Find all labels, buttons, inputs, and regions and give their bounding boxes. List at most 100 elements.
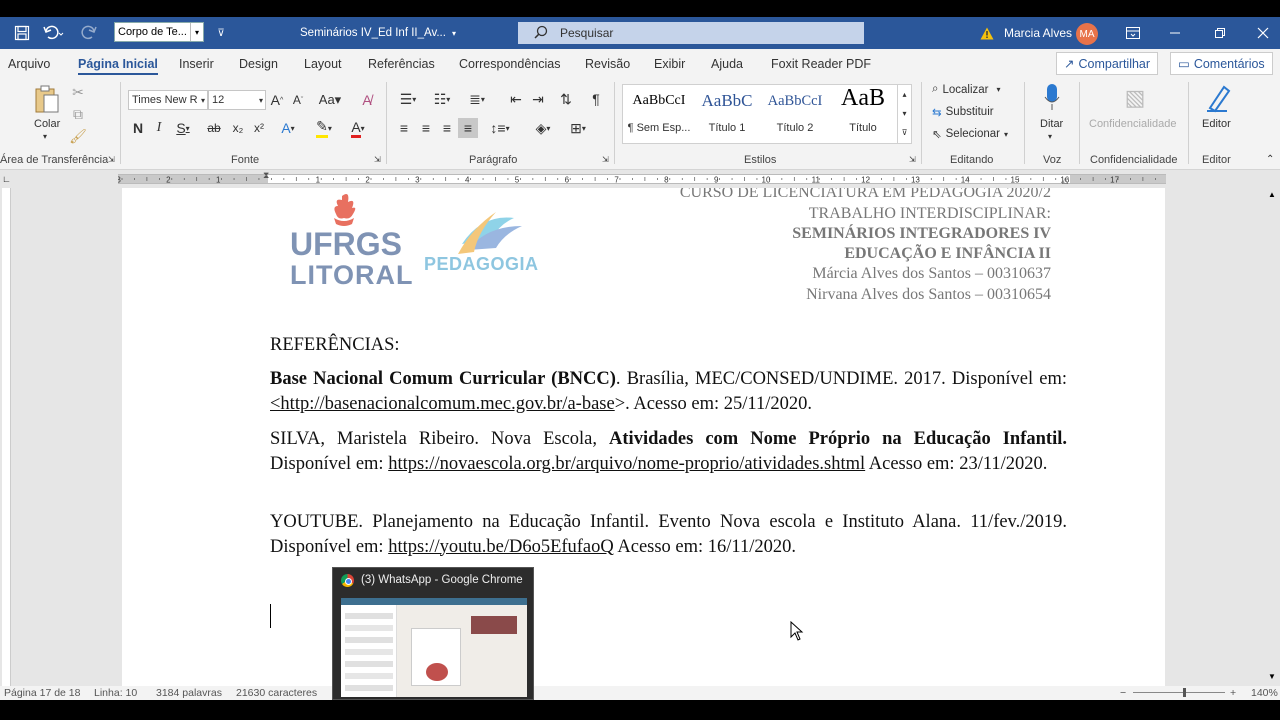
minimize-icon[interactable] <box>1160 17 1190 49</box>
warning-icon[interactable] <box>978 17 996 49</box>
align-left-icon[interactable]: ≡ <box>395 120 413 136</box>
justify-icon[interactable]: ≡ <box>458 118 478 138</box>
sort-icon[interactable]: ⇅ <box>557 91 575 107</box>
tab-selector-icon[interactable]: ∟ <box>2 174 11 184</box>
change-case-icon[interactable]: Aa▾ <box>317 92 343 108</box>
tab-foxit-reader-pdf[interactable]: Foxit Reader PDF <box>771 49 871 78</box>
gallery-scroll[interactable]: ▴ ▾ ⊽ <box>897 85 911 143</box>
share-button[interactable]: ↗ Compartilhar <box>1056 52 1159 75</box>
editor-icon[interactable] <box>1204 82 1232 114</box>
customize-toolbar-icon[interactable]: ⊽ <box>212 17 230 49</box>
thumbnail-preview[interactable] <box>341 598 527 697</box>
vertical-ruler[interactable] <box>2 188 11 686</box>
tab-revisao[interactable]: Revisão <box>585 49 630 78</box>
tab-layout[interactable]: Layout <box>304 49 342 78</box>
document-title[interactable]: Seminários IV_Ed Inf II_Av... ▾ <box>300 17 456 49</box>
tab-correspondencias[interactable]: Correspondências <box>459 49 560 78</box>
horizontal-ruler[interactable]: 3 2 1 1 2 3 4 5 6 7 8 9 10 11 12 13 14 15 16 17 ⧗ △ <box>118 170 1166 185</box>
redo-icon[interactable] <box>76 17 106 49</box>
cut-icon[interactable]: ✂ <box>70 84 86 100</box>
bullets-icon[interactable]: ☰ ▾ <box>395 91 421 107</box>
superscript-icon[interactable]: x² <box>250 120 268 136</box>
zoom-in-icon[interactable]: + <box>1230 687 1236 699</box>
zoom-slider-thumb[interactable] <box>1183 688 1186 697</box>
highlight-icon[interactable]: ✎ ▾ <box>311 118 337 138</box>
tab-ajuda[interactable]: Ajuda <box>711 49 743 78</box>
microphone-icon[interactable] <box>1040 82 1064 114</box>
line-spacing-icon[interactable]: ↕≡ ▾ <box>486 120 514 136</box>
paste-button[interactable]: Colar <box>34 118 60 130</box>
chevron-down-icon[interactable]: ▾ <box>1048 132 1052 141</box>
indent-marker-icon[interactable]: ⧗ <box>263 170 269 181</box>
reference-3-link[interactable]: https://youtu.be/D6o5EfufaoQ <box>388 537 614 557</box>
tab-design[interactable]: Design <box>239 49 278 78</box>
select-button[interactable]: ⇖ Selecionar ▾ <box>932 127 1008 141</box>
font-color-icon[interactable]: A ▾ <box>345 119 371 138</box>
dialog-launcher-icon[interactable]: ⇲ <box>602 155 609 164</box>
status-words[interactable]: 3184 palavras <box>156 687 222 699</box>
dialog-launcher-icon[interactable]: ⇲ <box>909 155 916 164</box>
find-button[interactable]: ⌕ Localizar ▾ <box>932 83 1001 96</box>
ribbon-display-options-icon[interactable] <box>1120 17 1146 49</box>
chevron-down-icon[interactable]: ▾ <box>43 132 47 141</box>
italic-icon[interactable]: I <box>152 120 166 136</box>
user-name[interactable]: Marcia Alves <box>1004 17 1072 49</box>
confidentiality-button[interactable]: Confidencialidade <box>1089 118 1176 130</box>
undo-icon[interactable] <box>38 17 68 49</box>
style-titulo[interactable]: AaB Título <box>829 85 897 143</box>
zoom-slider[interactable] <box>1133 688 1225 697</box>
format-painter-icon[interactable]: 🖌 <box>69 128 87 144</box>
copy-icon[interactable]: ⧉ <box>70 106 86 122</box>
collapse-ribbon-icon[interactable]: ⌃ <box>1266 154 1274 165</box>
vertical-scrollbar[interactable]: ▲ ▼ <box>1265 188 1280 686</box>
save-icon[interactable] <box>10 17 34 49</box>
tab-pagina-inicial[interactable]: Página Inicial <box>78 49 158 78</box>
tab-referencias[interactable]: Referências <box>368 49 435 78</box>
dialog-launcher-icon[interactable]: ⇲ <box>108 155 115 164</box>
paste-icon[interactable] <box>32 84 62 116</box>
font-size-box[interactable]: 12 ▾ <box>208 90 266 110</box>
search-box[interactable]: Pesquisar <box>518 22 864 44</box>
underline-icon[interactable]: S ▾ <box>172 120 194 136</box>
reference-1-link[interactable]: <http://basenacionalcomum.mec.gov.br/a-b… <box>270 394 615 414</box>
style-titulo-2[interactable]: AaBbCcI Título 2 <box>761 85 829 143</box>
replace-button[interactable]: ⇆ Substituir <box>932 105 994 119</box>
reference-2-link[interactable]: https://novaescola.org.br/arquivo/nome-p… <box>388 454 865 474</box>
zoom-out-icon[interactable]: − <box>1120 687 1126 699</box>
comments-button[interactable]: ▭ Comentários <box>1170 52 1273 75</box>
numbering-icon[interactable]: ☷ ▾ <box>429 91 455 107</box>
align-right-icon[interactable]: ≡ <box>438 120 456 136</box>
shading-icon[interactable]: ◈ ▾ <box>530 120 556 136</box>
show-marks-icon[interactable]: ¶ <box>588 91 604 107</box>
borders-icon[interactable]: ⊞ ▾ <box>564 120 592 136</box>
zoom-level[interactable]: 140% <box>1251 687 1278 699</box>
tab-exibir[interactable]: Exibir <box>654 49 685 78</box>
scroll-down-icon[interactable]: ▼ <box>1268 672 1276 681</box>
dictate-button[interactable]: Ditar <box>1040 118 1063 130</box>
close-icon[interactable] <box>1248 17 1278 49</box>
style-titulo-1[interactable]: AaBbC Título 1 <box>693 85 761 143</box>
dialog-launcher-icon[interactable]: ⇲ <box>374 155 381 164</box>
align-center-icon[interactable]: ≡ <box>417 120 435 136</box>
right-indent-marker-icon[interactable]: △ <box>1062 176 1068 185</box>
shrink-font-icon[interactable]: Aˇ <box>290 92 306 108</box>
decrease-indent-icon[interactable]: ⇤ <box>507 91 525 107</box>
avatar[interactable]: MA <box>1076 23 1098 45</box>
tab-inserir[interactable]: Inserir <box>179 49 214 78</box>
tab-arquivo[interactable]: Arquivo <box>8 49 50 78</box>
bold-icon[interactable]: N <box>131 120 145 136</box>
font-name-box[interactable]: Times New R ▾ <box>128 90 208 110</box>
style-dropdown[interactable]: Corpo de Te... ▾ <box>114 22 204 42</box>
grow-font-icon[interactable]: A ^ <box>269 92 285 108</box>
taskbar-thumbnail[interactable]: (3) WhatsApp - Google Chrome <box>332 567 534 700</box>
document-page[interactable]: UFRGS LITORAL PEDAGOGIA CURSO DE LICENCI… <box>122 188 1165 686</box>
clear-formatting-icon[interactable]: A̸ <box>358 92 376 108</box>
confidentiality-icon[interactable]: ▧ <box>1122 82 1148 114</box>
strikethrough-icon[interactable]: ab <box>204 120 224 136</box>
increase-indent-icon[interactable]: ⇥ <box>529 91 547 107</box>
multilevel-list-icon[interactable]: ≣ ▾ <box>464 91 490 107</box>
subscript-icon[interactable]: x₂ <box>229 120 247 136</box>
status-page[interactable]: Página 17 de 18 <box>4 687 80 699</box>
editor-button[interactable]: Editor <box>1202 118 1231 130</box>
text-effects-icon[interactable]: A ▾ <box>277 120 299 136</box>
